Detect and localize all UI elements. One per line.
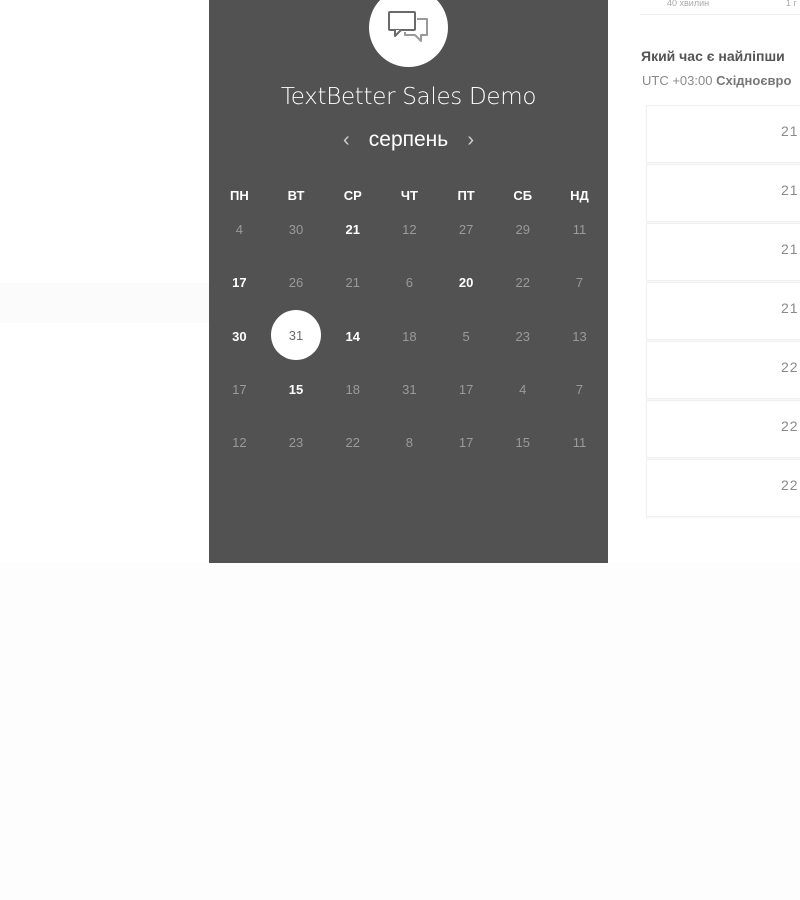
calendar-day: 12 [232,435,247,451]
calendar-day: 17 [232,382,247,398]
calendar-day: 7 [575,382,584,398]
time-slot[interactable]: 22 [646,459,800,517]
calendar-day: 23 [288,435,304,451]
calendar-day: 23 [515,328,531,344]
chevron-right-icon[interactable]: › [461,129,481,152]
calendar-day: 31 [402,382,417,398]
calendar-week-row: 17 15 18 31 17 4 7 [211,363,608,416]
calendar-day: 21 [345,275,360,291]
calendar-day: 12 [402,222,417,238]
time-slot-list: 21 21 21 21 22 22 22 [646,105,800,518]
calendar-day: 22 [515,275,531,291]
calendar-day[interactable]: 17 [211,256,268,309]
calendar-panel: TextBetter Sales Demo ‹ серпень › ПН ВТ … [209,0,608,563]
time-slot-label: 22 [781,477,799,493]
calendar-day: 13 [572,328,587,344]
timezone-offset: UTC +03:00 [642,73,713,88]
page-footer-area [0,563,800,900]
calendar-day: 18 [345,382,360,398]
calendar-day: 17 [458,435,474,451]
calendar-day: 4 [235,222,243,238]
time-slot-label: 22 [781,359,799,375]
calendar-day: 17 [458,382,474,398]
chevron-left-icon[interactable]: ‹ [336,129,356,152]
calendar-week-row: 30 31 14 18 5 23 13 [211,310,608,363]
month-navigation: ‹ серпень › [209,128,608,158]
chat-bubbles-icon [388,11,428,42]
weekday-label: ЧТ [400,188,418,203]
timezone-name: Східноєвро [716,73,792,88]
time-slot[interactable]: 22 [646,341,800,399]
calendar-day: 18 [402,328,417,344]
calendar-day: 29 [515,222,531,238]
time-slot[interactable]: 21 [646,164,800,222]
time-slot[interactable]: 22 [646,400,800,458]
calendar-day-grid: 4 30 21 12 27 29 11 17 26 21 6 20 22 7 30 31 14 18 5 23 13 17… [211,203,608,469]
calendar-day: 30 [288,222,304,238]
weekday-label: ПТ [457,188,475,203]
time-slot[interactable]: 21 [646,282,800,340]
calendar-day: 7 [575,275,584,291]
current-month-label: серпень [368,128,449,151]
calendar-day: 8 [405,435,414,451]
weekday-label: ВТ [287,188,305,203]
event-title: TextBetter Sales Demo [280,84,537,110]
company-logo [369,0,448,67]
time-slot-label: 21 [781,241,799,257]
time-slot[interactable]: 21 [646,223,800,281]
calendar-day: 15 [515,435,531,451]
calendar-day: 4 [519,382,527,398]
weekday-label: СР [343,188,362,203]
time-question-heading: Який час є найліпши [641,48,785,64]
calendar-day: 27 [458,222,474,238]
time-slot-label: 22 [781,418,799,434]
background-stripe [0,283,209,323]
time-selection-panel: 40 хвилин 1 г Який час є найліпши UTC +0… [608,0,800,563]
weekday-header: ПН ВТ СР ЧТ ПТ СБ НД [211,188,608,203]
timezone-label[interactable]: UTC +03:00 Східноєвро [642,73,791,88]
calendar-day: 22 [345,435,360,451]
weekday-label: ПН [229,188,249,203]
selected-day-circle: 31 [271,310,322,361]
calendar-day: 11 [572,222,587,238]
calendar-day: 6 [405,275,414,291]
duration-option[interactable]: 40 хвилин [667,0,709,8]
time-slot-label: 21 [781,123,799,139]
calendar-week-row: 17 26 21 6 20 22 7 [211,256,608,309]
time-slot-label: 21 [781,182,799,198]
calendar-day[interactable]: 15 [268,363,325,416]
calendar-week-row: 4 30 21 12 27 29 11 [211,203,608,256]
calendar-week-row: 12 23 22 8 17 15 11 [211,416,608,469]
calendar-day[interactable]: 20 [438,256,495,309]
calendar-day: 26 [288,275,304,291]
duration-options: 40 хвилин 1 г [640,0,800,15]
calendar-day[interactable]: 21 [324,203,381,256]
calendar-day[interactable]: 30 [211,310,268,363]
calendar-day[interactable]: 14 [324,310,381,363]
time-slot-label: 21 [781,300,799,316]
weekday-label: НД [570,188,589,203]
calendar-day-selected[interactable]: 31 [268,310,325,363]
calendar-day: 11 [572,435,587,451]
time-slot[interactable]: 21 [646,105,800,163]
calendar-day: 5 [462,328,470,344]
duration-option[interactable]: 1 г [786,0,797,8]
weekday-label: СБ [513,188,533,203]
